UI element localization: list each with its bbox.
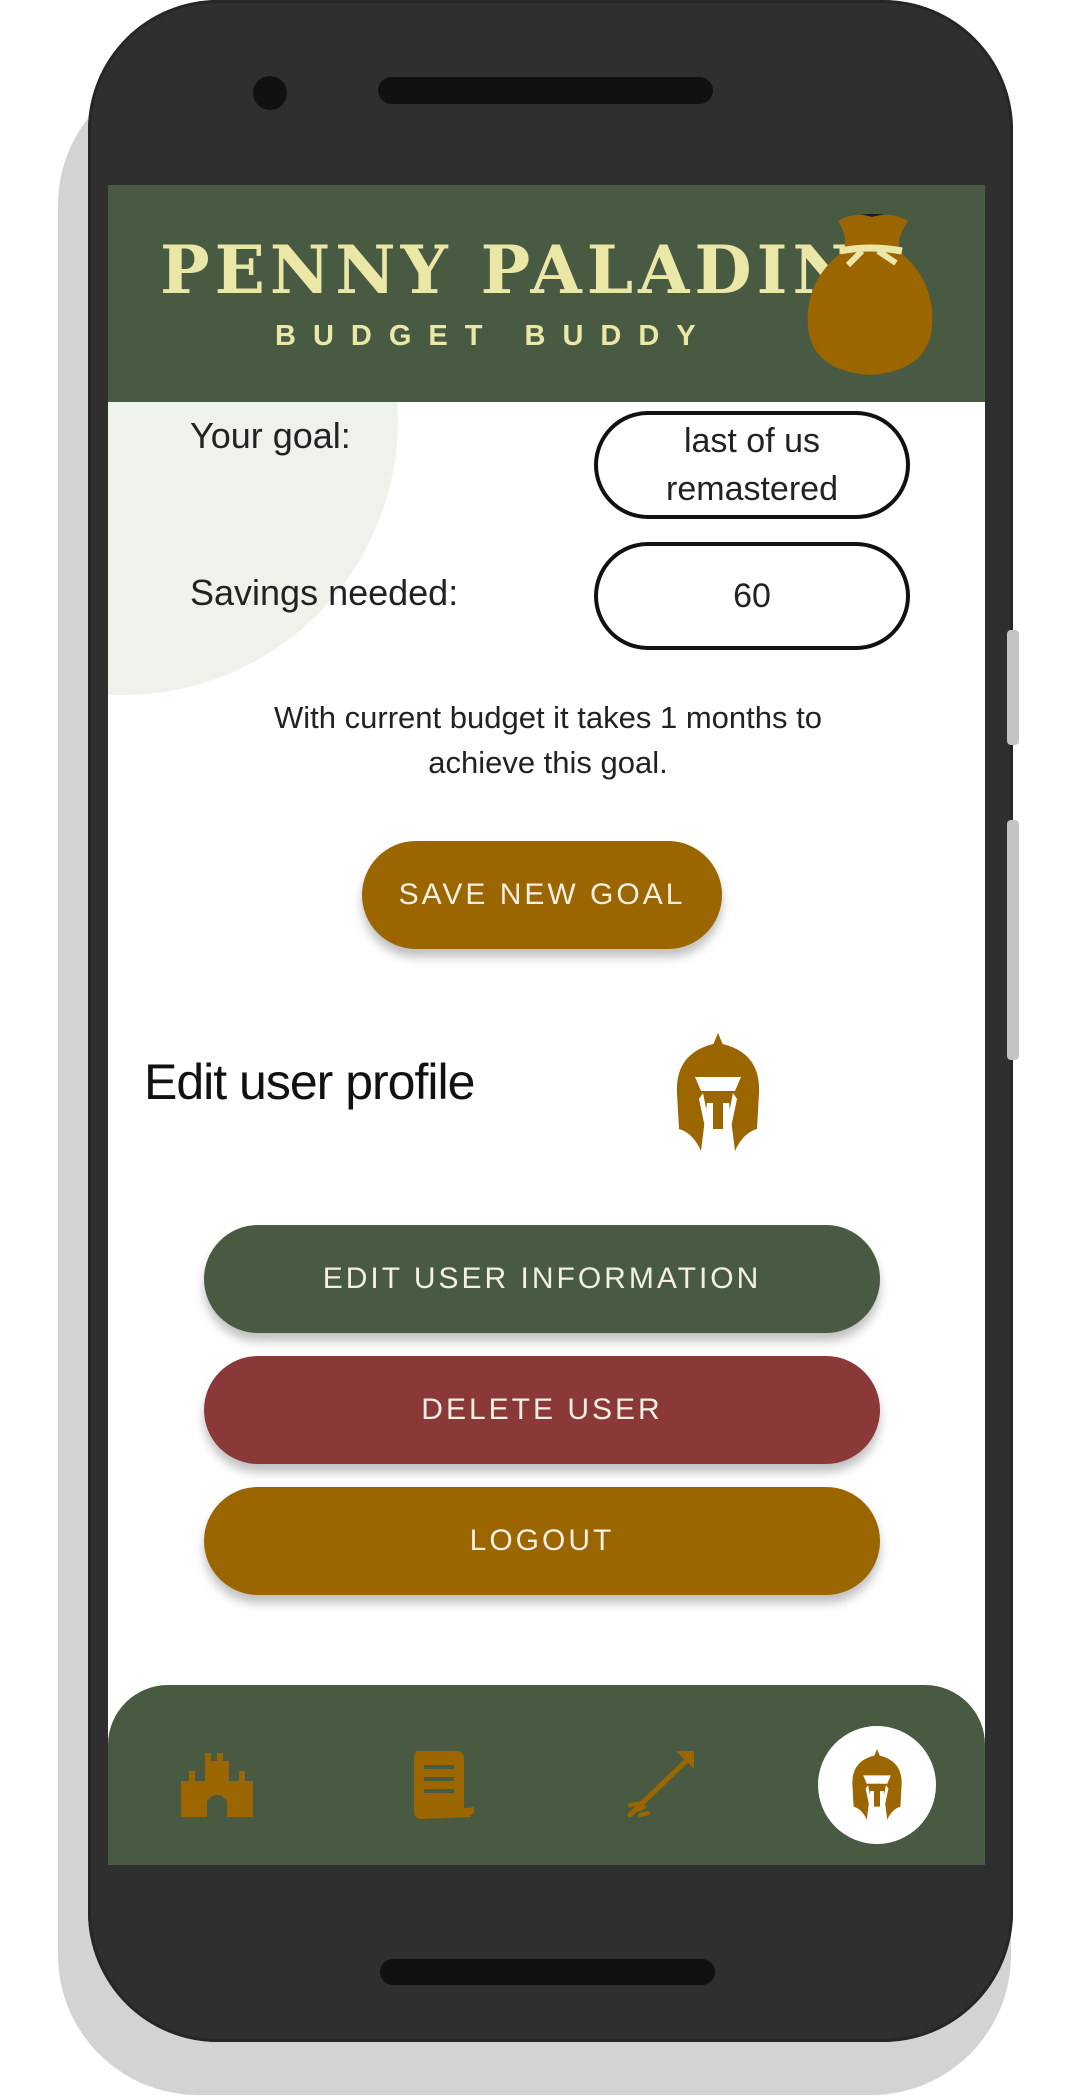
castle-icon[interactable]	[177, 1745, 257, 1825]
app-title: PENNY PALADIN	[160, 231, 858, 309]
scroll-icon[interactable]	[400, 1745, 480, 1825]
app-header: PENNY PALADIN BUDGET BUDDY	[108, 185, 985, 402]
savings-label: Savings needed:	[190, 572, 459, 613]
delete-user-label: DELETE USER	[421, 1393, 663, 1426]
phone-bottom-speaker	[380, 1959, 715, 1985]
helmet-icon	[852, 1749, 902, 1820]
delete-user-button[interactable]: DELETE USER	[204, 1356, 880, 1464]
front-camera	[253, 76, 287, 110]
app-subtitle: BUDGET BUDDY	[275, 320, 713, 352]
goal-info-text: With current budget it takes 1 months to…	[274, 700, 822, 780]
edit-user-information-button[interactable]: EDIT USER INFORMATION	[204, 1225, 880, 1333]
savings-value-field[interactable]: 60	[594, 542, 910, 650]
app-screen: PENNY PALADIN BUDGET BUDDY Your goal: la…	[108, 185, 985, 1865]
goal-value-field[interactable]: last of us remastered	[594, 411, 910, 519]
nav-profile-active[interactable]	[818, 1726, 936, 1844]
save-new-goal-label: SAVE NEW GOAL	[398, 878, 686, 911]
logout-button[interactable]: LOGOUT	[204, 1487, 880, 1595]
goal-value-text: last of us remastered	[666, 422, 838, 508]
arrow-icon[interactable]	[620, 1745, 700, 1825]
goal-label: Your goal:	[190, 415, 351, 456]
earpiece-speaker	[378, 77, 713, 104]
helmet-icon	[676, 1033, 760, 1151]
save-new-goal-button[interactable]: SAVE NEW GOAL	[362, 841, 722, 949]
savings-value-text: 60	[733, 577, 771, 615]
money-bag-icon	[807, 214, 933, 375]
edit-user-information-label: EDIT USER INFORMATION	[322, 1262, 762, 1295]
edit-profile-heading: Edit user profile	[144, 1054, 475, 1110]
phone-side-button-upper	[1007, 630, 1019, 745]
phone-side-button-lower	[1007, 820, 1019, 1060]
logout-label: LOGOUT	[469, 1524, 615, 1557]
